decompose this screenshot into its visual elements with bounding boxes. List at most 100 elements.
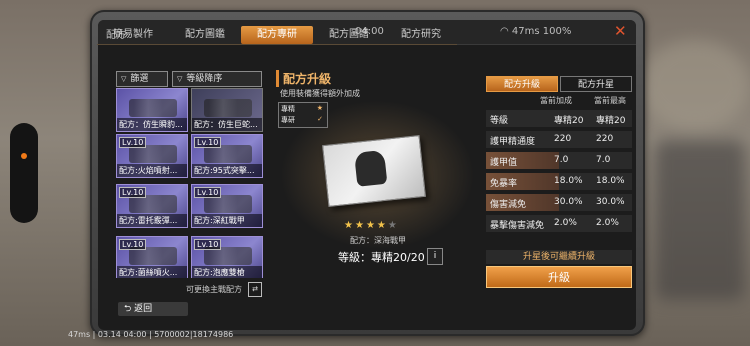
recipe-card[interactable]: Lv.10 配方:雷托霰彈...	[116, 184, 188, 228]
stat-row: 暴擊傷害減免 2.0% 2.0%	[486, 215, 632, 232]
stat-label: 免暴率	[490, 179, 518, 189]
legend-row: 專精 ★	[281, 104, 325, 115]
tab-star-up[interactable]: 配方升星	[560, 76, 632, 92]
stat-current: 2.0%	[554, 218, 577, 228]
tab-3[interactable]: 配方專研	[241, 26, 313, 44]
tab-4[interactable]: 配方圖譜	[313, 26, 385, 44]
stat-current: 220	[554, 134, 572, 144]
recipe-card-name: 配方：仿生瞬豹...	[117, 118, 187, 131]
stat-current: 30.0%	[554, 197, 583, 207]
star-icon: ★	[354, 220, 366, 231]
stat-label: 傷害減免	[490, 200, 527, 210]
swap-recipe-hint: 可更換主戰配方	[186, 285, 242, 294]
stat-max: 18.0%	[596, 176, 625, 186]
star-up-warning: 升星後可繼續升級	[486, 250, 632, 264]
header-max: 當前最高	[594, 96, 626, 105]
star-icon: ★	[344, 220, 355, 231]
recipe-card-name: 配方:深紅戰甲	[192, 214, 262, 227]
level-badge: Lv.10	[194, 239, 222, 250]
stat-max: 2.0%	[596, 218, 619, 228]
background-machine	[655, 140, 745, 300]
recipe-card[interactable]: Lv.10 配方:火焰噴射...	[116, 134, 188, 178]
panel-subtitle: 使用裝備獲得額外加成	[280, 89, 360, 98]
return-button[interactable]: ⮌ 返回	[118, 302, 188, 316]
recipe-art	[204, 99, 252, 117]
stat-max: 專精20	[596, 116, 626, 126]
wifi-icon: ◠	[500, 26, 509, 37]
star-icon: ★	[387, 220, 399, 231]
stat-label: 等級	[490, 116, 509, 126]
recipe-card-name: 配方：仿生巨蛇...	[192, 118, 262, 131]
recipe-card-name: 配方:火焰噴射...	[117, 164, 187, 177]
level-badge: Lv.10	[119, 187, 147, 198]
star-icon: ★	[316, 104, 323, 112]
star-icon: ★	[376, 220, 388, 231]
sort-label: 等級降序	[186, 74, 223, 84]
legend-row: 專研 ✓	[281, 115, 325, 126]
legend-label: 專研	[281, 116, 295, 124]
triangle-down-icon: ▽	[177, 75, 183, 83]
level-badge: Lv.10	[194, 137, 222, 148]
recipe-card[interactable]: Lv.10 配方:菌絲噴火...	[116, 236, 188, 278]
tab-upgrade[interactable]: 配方升級	[486, 76, 558, 92]
legend-label: 專精	[281, 105, 295, 113]
stat-row: 傷害減免 30.0% 30.0%	[486, 194, 632, 211]
star-icon: ★	[365, 220, 377, 231]
header-current: 當前加成	[540, 96, 572, 105]
stat-current: 7.0	[554, 155, 569, 165]
bonus-legend: 專精 ★ 專研 ✓	[278, 102, 328, 128]
mech-silhouette	[354, 149, 388, 187]
stat-current: 專精20	[554, 116, 584, 126]
background-light	[640, 40, 750, 130]
recipe-card-name: 配方:95式突擊...	[192, 164, 262, 177]
recipe-card-name: 配方:雷托霰彈...	[117, 214, 187, 227]
close-icon[interactable]: ✕	[614, 22, 627, 40]
upgrade-button[interactable]: 升級	[486, 266, 632, 288]
check-icon: ✓	[317, 115, 323, 123]
stat-max: 7.0	[596, 155, 611, 165]
stat-row: 免暴率 18.0% 18.0%	[486, 173, 632, 190]
stat-max: 220	[596, 134, 614, 144]
side-handle[interactable]	[10, 123, 38, 223]
stat-label: 護甲精通度	[490, 137, 536, 147]
level-badge: Lv.10	[119, 239, 147, 250]
stat-current: 18.0%	[554, 176, 583, 186]
sort-dropdown[interactable]: ▽ 等級降序	[172, 71, 262, 87]
recipe-art	[129, 99, 177, 117]
stat-label: 護甲值	[490, 158, 518, 168]
tab-2[interactable]: 配方圖鑑	[169, 26, 241, 44]
stat-label: 暴擊傷害減免	[490, 221, 545, 231]
level-badge: Lv.10	[119, 137, 147, 148]
info-icon[interactable]: i	[427, 248, 443, 265]
tab-5[interactable]: 配方研究	[385, 26, 457, 44]
network-status: ◠ 47ms 100%	[500, 26, 571, 37]
star-rating: ★★★★★	[344, 220, 399, 231]
status-text: 47ms 100%	[511, 26, 572, 37]
recipe-card[interactable]: 配方：仿生巨蛇...	[191, 88, 263, 132]
tab-underline	[97, 44, 457, 45]
recipe-grid: 配方：仿生瞬豹... 配方：仿生巨蛇... Lv.10 配方:火焰噴射... Lv.10…	[116, 88, 263, 278]
filter-button[interactable]: ▽ 篩選	[116, 71, 168, 87]
recipe-card[interactable]: Lv.10 配方:95式突擊...	[191, 134, 263, 178]
recipe-blueprint-image	[322, 135, 426, 207]
swap-icon[interactable]: ⇄	[248, 282, 262, 297]
stat-row: 等級 專精20 專精20	[486, 110, 632, 127]
return-label: 返回	[134, 304, 153, 314]
filter-label: 篩選	[130, 74, 149, 84]
recipe-card[interactable]: Lv.10 配方:泡應雙槍	[191, 236, 263, 278]
upgrade-tabs: 配方升級 配方升星	[486, 76, 632, 92]
recipe-name: 配方：深海戰甲	[350, 236, 406, 245]
main-tabs: 簡易製作 配方圖鑑 配方專研 配方圖譜 配方研究	[97, 26, 457, 44]
tab-1[interactable]: 簡易製作	[97, 26, 169, 44]
level-badge: Lv.10	[194, 187, 222, 198]
orange-dot-icon	[21, 153, 27, 159]
panel-title: 配方升級	[276, 70, 331, 87]
recipe-card[interactable]: 配方：仿生瞬豹...	[116, 88, 188, 132]
recipe-card-name: 配方:菌絲噴火...	[117, 266, 187, 278]
back-arrow-icon: ⮌	[124, 304, 135, 314]
recipe-card[interactable]: Lv.10 配方:深紅戰甲	[191, 184, 263, 228]
recipe-card-name: 配方:泡應雙槍	[192, 266, 262, 278]
stat-row: 護甲精通度 220 220	[486, 131, 632, 148]
stat-row: 護甲值 7.0 7.0	[486, 152, 632, 169]
recipe-level: 等級：專精20/20	[338, 251, 425, 264]
